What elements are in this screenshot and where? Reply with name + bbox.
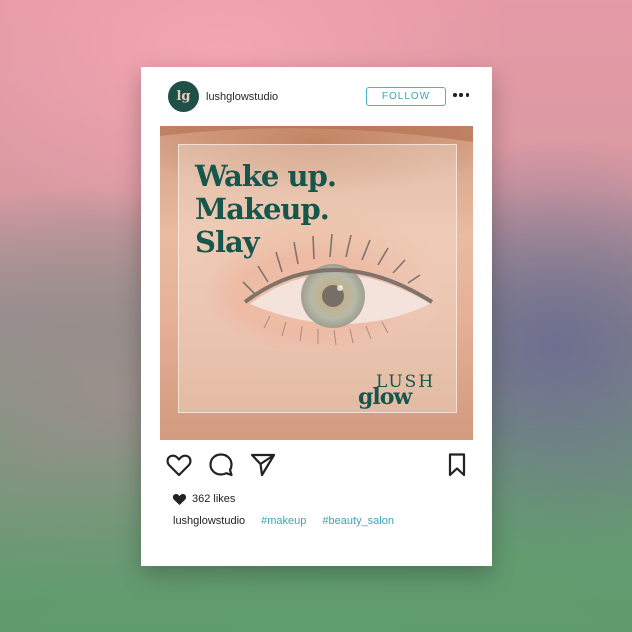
brand-logo-bottom: glow	[358, 384, 412, 410]
send-icon[interactable]	[249, 451, 277, 479]
headline-line-2: Makeup.	[195, 192, 330, 226]
username[interactable]: lushglowstudio	[206, 91, 278, 103]
likes-row: 362 likes	[172, 491, 235, 507]
caption-username[interactable]: lushglowstudio	[173, 515, 245, 527]
headline-line-1: Wake up.	[195, 159, 337, 193]
avatar-logo: lg	[176, 89, 191, 104]
heart-icon[interactable]	[165, 451, 193, 479]
follow-button[interactable]: FOLLOW	[366, 87, 446, 106]
post-card: lg lushglowstudio FOLLOW Wake up. Makeup…	[141, 67, 492, 566]
post-image[interactable]: Wake up. Makeup. Slay LUSH glow	[160, 126, 473, 440]
caption: lushglowstudio #makeup #beauty_salon	[173, 515, 410, 527]
heart-filled-icon	[172, 494, 187, 505]
hashtag-makeup[interactable]: #makeup	[261, 515, 306, 527]
headline-line-3: Slay	[195, 225, 260, 259]
hashtag-beauty-salon[interactable]: #beauty_salon	[322, 515, 394, 527]
comment-icon[interactable]	[207, 451, 235, 479]
avatar[interactable]: lg	[168, 81, 199, 112]
more-options-icon[interactable]	[453, 89, 469, 101]
post-actions	[141, 451, 492, 481]
brand-logo: LUSH glow	[358, 372, 448, 412]
bookmark-icon[interactable]	[443, 451, 471, 479]
likes-count[interactable]: 362 likes	[192, 493, 235, 505]
headline: Wake up. Makeup. Slay	[195, 159, 337, 259]
post-header: lg lushglowstudio FOLLOW	[141, 67, 492, 125]
